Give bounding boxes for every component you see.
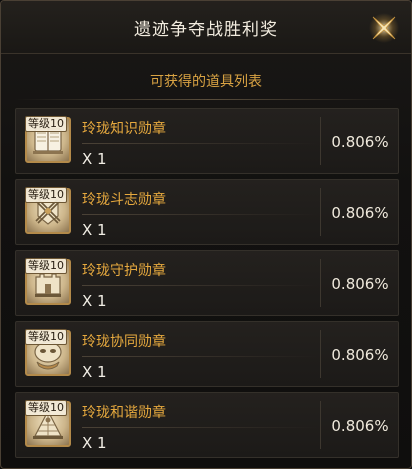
column-divider <box>320 117 321 165</box>
item-name: 玲珑协同勋章 <box>82 334 166 350</box>
item-name: 玲珑知识勋章 <box>82 121 166 137</box>
reward-item-row[interactable]: 等级10 玲珑斗志勋章 X 1 0.806% <box>15 179 399 245</box>
level-badge: 等级10 <box>25 116 67 132</box>
dialog-title: 遗迹争夺战胜利奖 <box>134 20 278 40</box>
item-quantity: X 1 <box>82 292 107 310</box>
column-divider <box>320 330 321 378</box>
row-divider-line <box>82 427 318 428</box>
item-list-subtitle: 可获得的道具列表 <box>150 74 262 90</box>
reward-item-row[interactable]: 等级10 玲珑和谐勋章 X 1 0.806% <box>15 392 399 458</box>
level-badge: 等级10 <box>25 258 67 274</box>
item-quantity: X 1 <box>82 150 107 168</box>
reward-item-row[interactable]: 等级10 玲珑协同勋章 X 1 0.806% <box>15 321 399 387</box>
item-drop-chance: 0.806% <box>331 417 389 435</box>
row-divider-line <box>82 356 318 357</box>
item-quantity: X 1 <box>82 363 107 381</box>
close-icon[interactable] <box>367 11 401 45</box>
item-drop-chance: 0.806% <box>331 275 389 293</box>
row-divider-line <box>82 285 318 286</box>
column-divider <box>320 401 321 449</box>
item-name: 玲珑和谐勋章 <box>82 405 166 421</box>
level-badge: 等级10 <box>25 400 67 416</box>
subtitle-divider <box>15 99 397 100</box>
row-divider-line <box>82 214 318 215</box>
item-name: 玲珑斗志勋章 <box>82 192 166 208</box>
item-quantity: X 1 <box>82 434 107 452</box>
level-badge: 等级10 <box>25 187 67 203</box>
row-divider-line <box>82 143 318 144</box>
item-name: 玲珑守护勋章 <box>82 263 166 279</box>
dialog-header: 遗迹争夺战胜利奖 <box>1 1 411 54</box>
item-drop-chance: 0.806% <box>331 204 389 222</box>
reward-item-row[interactable]: 等级10 玲珑守护勋章 X 1 0.806% <box>15 250 399 316</box>
reward-dialog: 遗迹争夺战胜利奖 可获得的道具列表 等级10 玲珑知识勋章 X 1 0.806%… <box>0 0 412 469</box>
reward-item-row[interactable]: 等级10 玲珑知识勋章 X 1 0.806% <box>15 108 399 174</box>
item-drop-chance: 0.806% <box>331 346 389 364</box>
reward-item-list: 等级10 玲珑知识勋章 X 1 0.806% 等级10 玲珑斗志勋章 X 1 0… <box>15 108 399 463</box>
column-divider <box>320 259 321 307</box>
column-divider <box>320 188 321 236</box>
level-badge: 等级10 <box>25 329 67 345</box>
item-drop-chance: 0.806% <box>331 133 389 151</box>
item-quantity: X 1 <box>82 221 107 239</box>
